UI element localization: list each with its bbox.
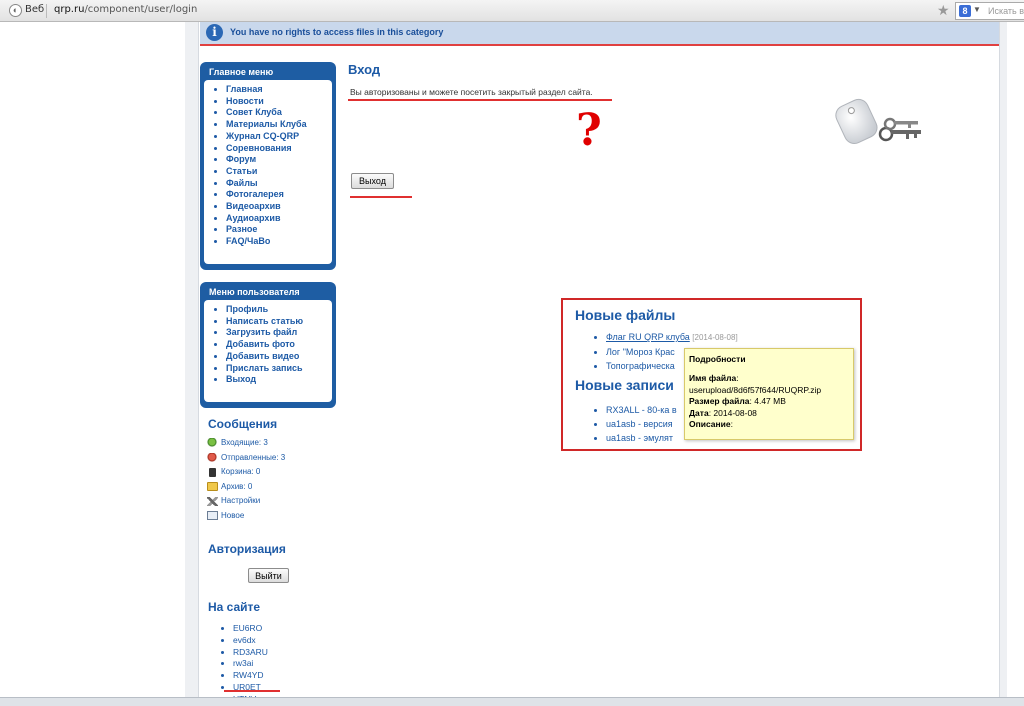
logout-main-button[interactable]: Выход xyxy=(351,173,394,189)
user-menu-profile[interactable]: Профиль xyxy=(226,304,328,316)
keys-icon xyxy=(835,98,921,144)
new-message-icon xyxy=(207,511,218,521)
info-icon: i xyxy=(206,24,223,41)
menu-item-forum[interactable]: Форум xyxy=(226,154,328,166)
globe-icon: ◐ xyxy=(9,4,22,17)
messages-list: Входящие: 3 Отправленные: 3 Корзина: 0 А… xyxy=(207,438,285,526)
new-records-heading: Новые записи xyxy=(575,377,674,393)
user-menu-add-photo[interactable]: Добавить фото xyxy=(226,339,328,351)
menu-item-faq[interactable]: FAQ/ЧаВо xyxy=(226,236,328,248)
list-item[interactable]: RX3ALL - 80-ка в xyxy=(606,403,677,417)
file-link[interactable]: Флаг RU QRP клуба xyxy=(606,332,690,342)
online-user[interactable]: RD3ARU xyxy=(233,647,268,659)
messages-archive-link[interactable]: Архив: 0 xyxy=(207,482,285,497)
online-user[interactable]: EU6RO xyxy=(233,623,268,635)
list-item[interactable]: Флаг RU QRP клуба [2014-08-08] xyxy=(606,330,738,345)
online-user[interactable]: ev6dx xyxy=(233,635,268,647)
menu-item-articles[interactable]: Статьи xyxy=(226,166,328,178)
main-menu: Главное меню Главная Новости Совет Клуба… xyxy=(200,62,336,270)
new-files-heading: Новые файлы xyxy=(575,307,676,323)
tooltip-filename-label: Имя файла xyxy=(689,373,737,383)
inbox-icon xyxy=(207,438,218,448)
menu-item-audio[interactable]: Аудиоархив xyxy=(226,213,328,225)
access-notice: i You have no rights to access files in … xyxy=(200,22,999,46)
tooltip-size-value: 4.47 MB xyxy=(754,396,786,406)
menu-item-contests[interactable]: Соревнования xyxy=(226,143,328,155)
main-menu-title: Главное меню xyxy=(209,67,274,77)
address-bar[interactable]: qrp.ru/component/user/login xyxy=(54,4,197,15)
messages-heading: Сообщения xyxy=(208,417,278,431)
user-menu-upload-file[interactable]: Загрузить файл xyxy=(226,327,328,339)
tooltip-title: Подробности xyxy=(689,354,746,364)
messages-trash-link[interactable]: Корзина: 0 xyxy=(207,467,285,482)
user-menu-add-video[interactable]: Добавить видео xyxy=(226,351,328,363)
menu-item-video[interactable]: Видеоархив xyxy=(226,201,328,213)
file-link[interactable]: Топографическа xyxy=(606,361,675,371)
url-scheme-label: Веб xyxy=(25,4,45,15)
tooltip-size-label: Размер файла xyxy=(689,396,750,406)
login-message: Вы авторизованы и можете посетить закрыт… xyxy=(350,87,593,97)
tooltip-filename-value: userupload/8d6f57f644/RUQRP.zip xyxy=(689,384,822,395)
url-domain: qrp.ru xyxy=(54,4,85,15)
file-details-tooltip: Подробности Имя файла: userupload/8d6f57… xyxy=(684,348,854,440)
list-item[interactable]: ua1asb - версия xyxy=(606,417,677,431)
online-user[interactable]: RW4YD xyxy=(233,670,268,682)
user-menu-write-article[interactable]: Написать статью xyxy=(226,316,328,328)
question-mark-annotation: ? xyxy=(576,105,602,156)
user-menu-logout[interactable]: Выход xyxy=(226,374,328,386)
menu-item-council[interactable]: Совет Клуба xyxy=(226,107,328,119)
online-heading: На сайте xyxy=(208,600,261,614)
record-link[interactable]: RX3ALL - 80-ка в xyxy=(606,405,677,415)
user-menu-title: Меню пользователя xyxy=(209,287,300,297)
archive-icon xyxy=(207,482,218,492)
menu-item-journal[interactable]: Журнал CQ-QRP xyxy=(226,131,328,143)
menu-item-news[interactable]: Новости xyxy=(226,96,328,108)
chevron-down-icon[interactable]: ▼ xyxy=(973,5,981,14)
user-menu: Меню пользователя Профиль Написать стать… xyxy=(200,282,336,408)
google-icon: 8 xyxy=(959,5,971,17)
tooltip-date-value: 2014-08-08 xyxy=(713,407,757,418)
divider xyxy=(46,4,47,18)
tooltip-desc-label: Описание xyxy=(689,419,731,429)
page-title: Вход xyxy=(348,62,381,77)
online-user[interactable]: rw3ai xyxy=(233,658,268,670)
menu-item-files[interactable]: Файлы xyxy=(226,178,328,190)
messages-inbox-link[interactable]: Входящие: 3 xyxy=(207,438,285,453)
menu-item-materials[interactable]: Материалы Клуба xyxy=(226,119,328,131)
user-menu-send-record[interactable]: Прислать запись xyxy=(226,363,328,375)
messages-sent-link[interactable]: Отправленные: 3 xyxy=(207,453,285,468)
list-item[interactable]: ua1asb - эмулят xyxy=(606,431,677,445)
file-date: [2014-08-08] xyxy=(692,333,738,342)
page-gutter-left xyxy=(185,22,199,698)
search-input[interactable]: 8 ▼ Искать в xyxy=(955,2,1024,20)
messages-settings-link[interactable]: Настройки xyxy=(207,496,285,511)
menu-item-misc[interactable]: Разное xyxy=(226,224,328,236)
url-path: /component/user/login xyxy=(84,4,198,15)
online-user[interactable]: UR0ET xyxy=(233,682,268,694)
outbox-icon xyxy=(207,452,218,462)
auth-heading: Авторизация xyxy=(208,542,286,556)
online-users-list: EU6RO ev6dx RD3ARU rw3ai RW4YD UR0ET UTN… xyxy=(224,623,268,706)
annotation-underline xyxy=(350,196,412,198)
search-placeholder: Искать в xyxy=(988,6,1024,16)
record-link[interactable]: ua1asb - версия xyxy=(606,419,673,429)
record-link[interactable]: ua1asb - эмулят xyxy=(606,433,673,443)
settings-icon xyxy=(207,496,218,506)
messages-new-link[interactable]: Новое xyxy=(207,511,285,526)
tooltip-date-label: Дата xyxy=(689,407,709,418)
notice-text: You have no rights to access files in th… xyxy=(230,27,444,37)
file-link[interactable]: Лог "Мороз Крас xyxy=(606,347,675,357)
page-gutter-right xyxy=(999,22,1007,698)
status-bar xyxy=(0,697,1024,706)
annotation-underline xyxy=(348,99,612,101)
bookmark-star-icon[interactable]: ★ xyxy=(937,2,950,19)
menu-item-photos[interactable]: Фотогалерея xyxy=(226,189,328,201)
annotation-underline xyxy=(224,690,280,692)
logout-button[interactable]: Выйти xyxy=(248,568,289,583)
menu-item-home[interactable]: Главная xyxy=(226,84,328,96)
browser-toolbar: ◐ Веб qrp.ru/component/user/login ★ 8 ▼ … xyxy=(0,0,1024,22)
trash-icon xyxy=(209,467,216,477)
